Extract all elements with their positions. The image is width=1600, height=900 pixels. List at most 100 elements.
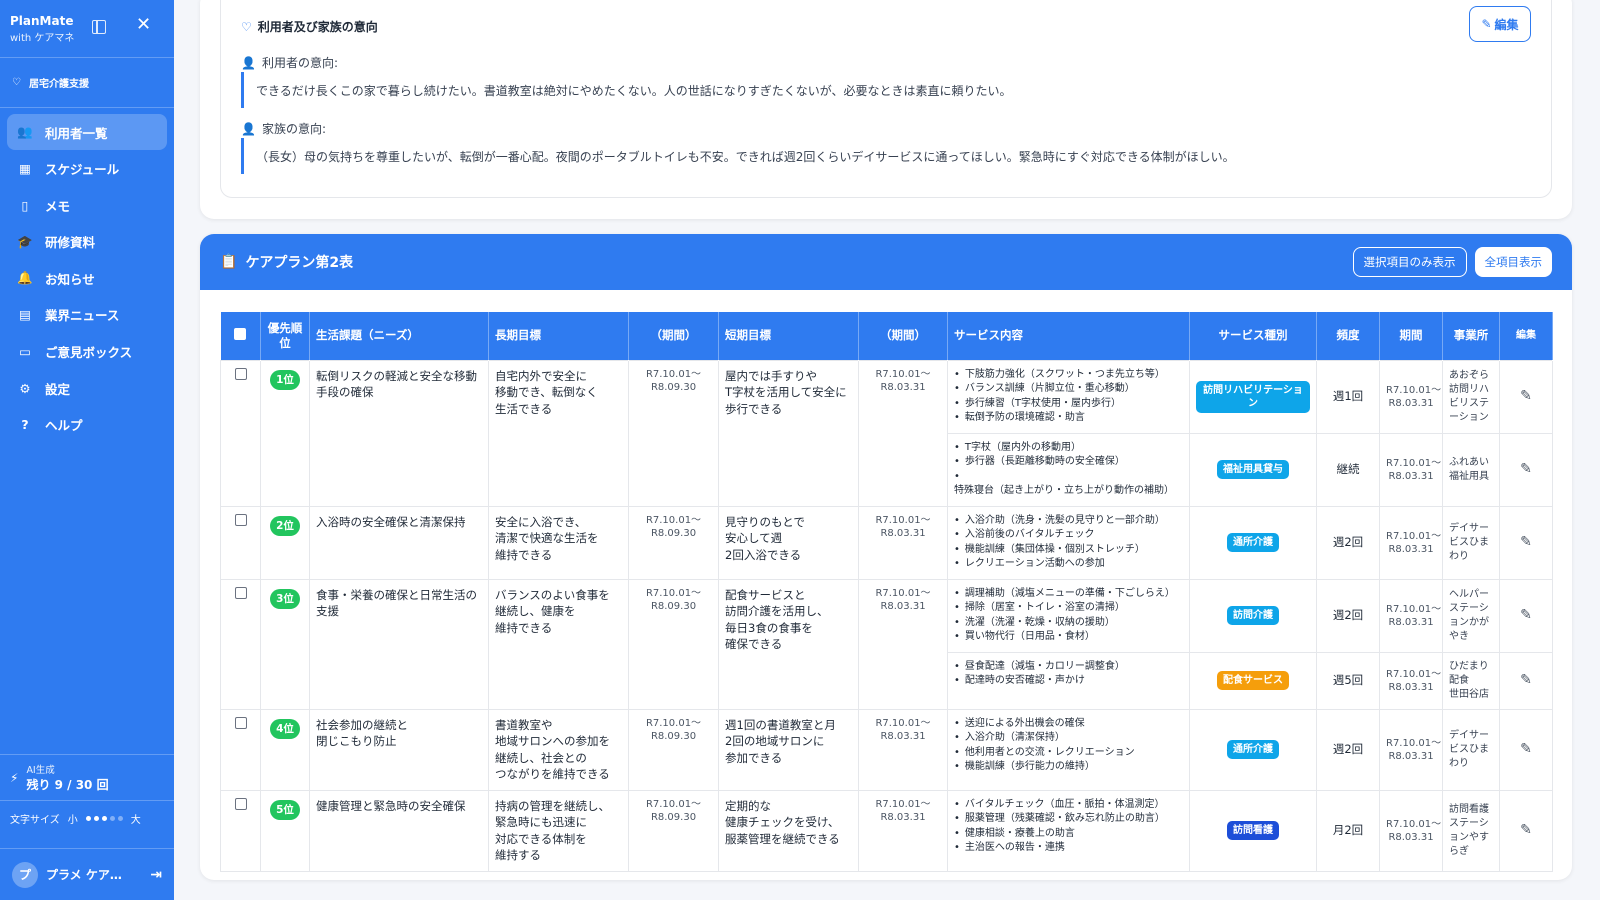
period-cell: R7.10.01〜 R8.03.31 bbox=[1379, 432, 1443, 507]
font-size-slider[interactable] bbox=[85, 816, 123, 821]
heart-icon: ♡ bbox=[241, 19, 252, 34]
service-item: 下肢筋力強化（スクワット・つま先立ち等） bbox=[954, 368, 1183, 383]
sidebar-item-5[interactable]: ▤ 業界ニュース bbox=[7, 297, 167, 333]
font-size-control: 文字サイズ 小 大 bbox=[0, 800, 174, 836]
frequency-cell: 週2回 bbox=[1316, 578, 1380, 653]
sidebar-item-label: 業界ニュース bbox=[45, 308, 120, 324]
office-cell: ひだまり配食 世田谷店 bbox=[1442, 651, 1500, 710]
sidebar-item-label: 利用者一覧 bbox=[45, 125, 108, 141]
service-cell: 下肢筋力強化（スクワット・つま先立ち等）バランス訓練（片脚立位・重心移動）歩行練… bbox=[947, 359, 1190, 434]
intent-card: ♡ 利用者及び家族の意向 ✎ 編集 👤 利用者の意向: できるだけ長くこの家で暮… bbox=[200, 0, 1572, 219]
frequency-cell: 週5回 bbox=[1316, 651, 1380, 710]
edit-cell[interactable]: ✎ bbox=[1499, 578, 1553, 653]
short-period-cell: R7.10.01〜 R8.03.31 bbox=[858, 578, 948, 710]
edit-cell[interactable]: ✎ bbox=[1499, 651, 1553, 710]
period-cell: R7.10.01〜 R8.03.31 bbox=[1379, 359, 1443, 434]
row-checkbox[interactable] bbox=[234, 367, 247, 380]
frequency-cell: 週2回 bbox=[1316, 505, 1380, 580]
pencil-icon[interactable]: ✎ bbox=[1520, 822, 1532, 838]
office-cell: 訪問看護ステーションやすらぎ bbox=[1442, 789, 1500, 872]
logout-icon[interactable]: ⇥ bbox=[150, 867, 162, 883]
file-icon: ▯ bbox=[21, 197, 29, 213]
office-cell: ヘルパーステーションかがやき bbox=[1442, 578, 1500, 653]
edit-cell[interactable]: ✎ bbox=[1499, 708, 1553, 791]
edit-button[interactable]: ✎ 編集 bbox=[1469, 6, 1531, 42]
short-goal-cell: 見守りのもとで 安心して週 2回入浴できる bbox=[718, 505, 859, 580]
close-icon[interactable]: ✕ bbox=[136, 16, 151, 34]
pencil-icon[interactable]: ✎ bbox=[1520, 461, 1532, 477]
heart-icon: ♡ bbox=[12, 77, 21, 88]
row-checkbox[interactable] bbox=[234, 716, 247, 729]
help-icon: ? bbox=[21, 417, 29, 433]
edit-cell[interactable]: ✎ bbox=[1499, 505, 1553, 580]
col-priority: 優先順位 bbox=[260, 312, 310, 360]
users-icon: 👥 bbox=[17, 124, 33, 139]
row-checkbox[interactable] bbox=[234, 797, 247, 810]
col-type: サービス種別 bbox=[1189, 312, 1317, 360]
col-short-goal: 短期目標 bbox=[718, 312, 859, 360]
priority-cell: 5位 bbox=[260, 789, 310, 872]
sidebar-item-3[interactable]: 🎓 研修資料 bbox=[7, 224, 167, 260]
edit-cell[interactable]: ✎ bbox=[1499, 789, 1553, 872]
row-checkbox[interactable] bbox=[234, 586, 247, 599]
show-selected-button[interactable]: 選択項目のみ表示 bbox=[1352, 247, 1467, 277]
edit-cell[interactable]: ✎ bbox=[1499, 359, 1553, 434]
priority-cell: 3位 bbox=[260, 578, 310, 710]
sidebar-item-0[interactable]: 👥 利用者一覧 bbox=[7, 114, 167, 150]
section-label: 居宅介護支援 bbox=[28, 79, 89, 90]
row-checkbox-cell[interactable] bbox=[220, 789, 261, 872]
sidebar-item-8[interactable]: ? ヘルプ bbox=[7, 407, 167, 443]
service-list: 送迎による外出機会の確保入浴介助（清潔保持）他利用者との交流・レクリエーション機… bbox=[954, 717, 1183, 775]
service-item: レクリエーション活動への参加 bbox=[954, 557, 1183, 572]
pencil-icon[interactable]: ✎ bbox=[1520, 741, 1532, 757]
user-name: プラメ ケア… bbox=[46, 868, 122, 882]
service-item: 洗濯（洗濯・乾燥・収納の援助） bbox=[954, 616, 1183, 631]
user-icon: 👤 bbox=[241, 55, 256, 70]
short-goal-cell: 定期的な 健康チェックを受け、 服薬管理を継続できる bbox=[718, 789, 859, 872]
row-checkbox[interactable] bbox=[234, 513, 247, 526]
sidebar-item-1[interactable]: ▦ スケジュール bbox=[7, 151, 167, 187]
row-checkbox-cell[interactable] bbox=[220, 359, 261, 507]
graduation-cap-icon: 🎓 bbox=[17, 233, 33, 249]
pencil-icon[interactable]: ✎ bbox=[1520, 672, 1532, 688]
frequency-cell: 月2回 bbox=[1316, 789, 1380, 872]
collapse-sidebar-icon[interactable] bbox=[92, 20, 106, 34]
service-cell: バイタルチェック（血圧・脈拍・体温測定）服薬管理（残薬確認・飲み忘れ防止の助言）… bbox=[947, 789, 1190, 872]
col-short-period: （期間） bbox=[858, 312, 948, 360]
family-intent-label: 👤 家族の意向: bbox=[241, 120, 326, 137]
period-cell: R7.10.01〜 R8.03.31 bbox=[1379, 505, 1443, 580]
care-plan-card: 📋 ケアプラン第2表 選択項目のみ表示 全項目表示 優先順位 生活課題（ニーズ）… bbox=[200, 234, 1572, 880]
font-size-large[interactable]: 大 bbox=[131, 811, 141, 826]
priority-badge: 5位 bbox=[270, 799, 300, 820]
period-cell: R7.10.01〜 R8.03.31 bbox=[1379, 578, 1443, 653]
service-item: 送迎による外出機会の確保 bbox=[954, 717, 1183, 732]
service-item: 転倒予防の環境確認・助言 bbox=[954, 411, 1183, 426]
pencil-icon[interactable]: ✎ bbox=[1520, 534, 1532, 550]
service-item: 他利用者との交流・レクリエーション bbox=[954, 746, 1183, 761]
office-cell: ふれあい福祉用具 bbox=[1442, 432, 1500, 507]
row-checkbox-cell[interactable] bbox=[220, 708, 261, 791]
period-cell: R7.10.01〜 R8.03.31 bbox=[1379, 789, 1443, 872]
sidebar-item-6[interactable]: ▭ ご意見ボックス bbox=[7, 334, 167, 370]
pencil-icon[interactable]: ✎ bbox=[1520, 388, 1532, 404]
select-all-checkbox-cell[interactable] bbox=[220, 312, 261, 360]
col-edit: 編集 bbox=[1499, 312, 1553, 360]
long-goal-cell: バランスのよい食事を 継続し、健康を 維持できる bbox=[488, 578, 629, 710]
service-item: 主治医への報告・連携 bbox=[954, 841, 1183, 856]
row-checkbox-cell[interactable] bbox=[220, 578, 261, 710]
section-home-care[interactable]: ♡ 居宅介護支援 bbox=[0, 58, 174, 108]
sidebar-item-2[interactable]: ▯ メモ bbox=[7, 187, 167, 223]
row-checkbox-cell[interactable] bbox=[220, 505, 261, 580]
show-all-button[interactable]: 全項目表示 bbox=[1474, 247, 1552, 277]
font-size-small[interactable]: 小 bbox=[68, 811, 78, 826]
priority-badge: 3位 bbox=[270, 588, 300, 609]
sidebar-item-4[interactable]: 🔔 お知らせ bbox=[7, 260, 167, 296]
bell-icon: 🔔 bbox=[17, 270, 33, 286]
service-type-cell: 訪問リハビリテーション bbox=[1189, 359, 1317, 434]
select-all-checkbox[interactable] bbox=[234, 327, 247, 340]
edit-cell[interactable]: ✎ bbox=[1499, 432, 1553, 507]
sidebar-item-7[interactable]: ⚙ 設定 bbox=[7, 370, 167, 406]
pencil-icon[interactable]: ✎ bbox=[1520, 607, 1532, 623]
care-plan-table: 優先順位 生活課題（ニーズ） 長期目標 （期間） 短期目標 （期間） サービス内… bbox=[220, 312, 1553, 872]
user-bar[interactable]: プ プラメ ケア… ⇥ bbox=[0, 848, 174, 900]
